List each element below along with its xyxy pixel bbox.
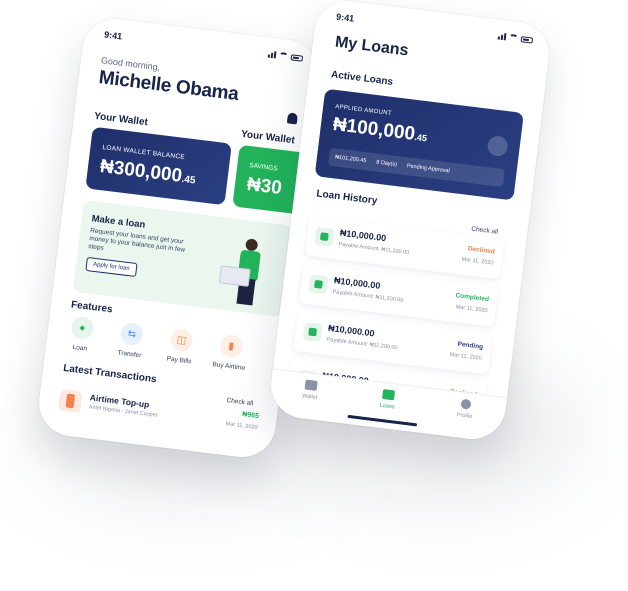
loan-wallet-card[interactable]: LOAN WALLET BALANCE ₦300,000.45: [85, 126, 232, 206]
loan-icon: [314, 226, 335, 247]
wallet-balance-amount: ₦300,000.45: [98, 155, 197, 187]
battery-icon: [290, 54, 304, 62]
savings-label: SAVINGS: [248, 162, 278, 173]
feature-loan[interactable]: ● Loan: [60, 315, 104, 355]
status-icons: [497, 32, 534, 44]
feature-pay-bills[interactable]: ◫ Pay Bills: [159, 327, 203, 367]
tab-profile[interactable]: Profile: [444, 397, 486, 422]
loan-status: Pending Approval: [406, 163, 450, 175]
loan-history-title: Loan History: [315, 188, 378, 207]
bills-icon: ◫: [169, 327, 194, 353]
feature-transfer[interactable]: ⇆ Transfer: [109, 321, 153, 361]
applied-amount: ₦100,000.45: [331, 113, 428, 145]
page-title: My Loans: [334, 33, 410, 60]
savings-amount: ₦30: [245, 173, 283, 200]
battery-icon: [520, 36, 534, 44]
loan-status-badge: Completed: [455, 292, 490, 304]
wifi-icon: [508, 33, 519, 42]
status-icons: [267, 51, 304, 62]
feature-buy-airtime[interactable]: ▮ Buy Airtime: [208, 333, 252, 373]
home-indicator: [347, 414, 418, 427]
active-loan-card[interactable]: APPLIED AMOUNT ₦100,000.45 ₦101,200.45 8…: [314, 88, 524, 201]
transaction-date: Mar 11, 2020: [225, 421, 258, 431]
status-time: 9:41: [103, 29, 123, 42]
signal-icon: [267, 51, 277, 59]
active-loans-title: Active Loans: [330, 69, 394, 88]
payable-amount: ₦101,200.45: [334, 154, 367, 165]
loan-meta: ₦101,200.45 8 Day(s) Pending Approval: [328, 147, 505, 188]
transaction-amount: ₦965: [241, 411, 260, 421]
tab-wallet[interactable]: Wallet: [289, 378, 331, 403]
bell-icon[interactable]: [286, 112, 299, 125]
profile-icon: [460, 398, 472, 410]
wallet-title: Your Wallet: [93, 110, 149, 129]
wallet-title-secondary: Your Wallet: [240, 128, 296, 147]
airtime-icon: ▮: [218, 333, 244, 359]
status-time: 9:41: [335, 11, 355, 24]
loan-icon: [308, 274, 329, 295]
wifi-icon: [278, 51, 289, 60]
loan-icon: [302, 321, 323, 342]
loan-status-badge: Declined: [467, 245, 496, 256]
airtime-icon: [58, 388, 83, 414]
loan-icon: [381, 388, 396, 401]
user-name: Michelle Obama: [97, 67, 240, 106]
loan-icon: ●: [70, 315, 95, 341]
loan-icon: [486, 134, 509, 158]
apply-loan-button[interactable]: Apply for loan: [85, 256, 138, 278]
transfer-icon: ⇆: [119, 321, 145, 347]
person-illustration: [218, 236, 278, 312]
tab-loans[interactable]: Loans: [367, 387, 409, 412]
loan-duration: 8 Day(s): [375, 159, 398, 168]
make-loan-banner: Make a loan Request your loans and get y…: [72, 200, 293, 318]
check-all-link[interactable]: Check all: [471, 226, 498, 236]
signal-icon: [497, 32, 507, 41]
features-title: Features: [70, 299, 114, 316]
wallet-icon: [304, 379, 318, 391]
loan-status-badge: Pending: [457, 340, 484, 351]
transactions-title: Latest Transactions: [62, 362, 158, 386]
